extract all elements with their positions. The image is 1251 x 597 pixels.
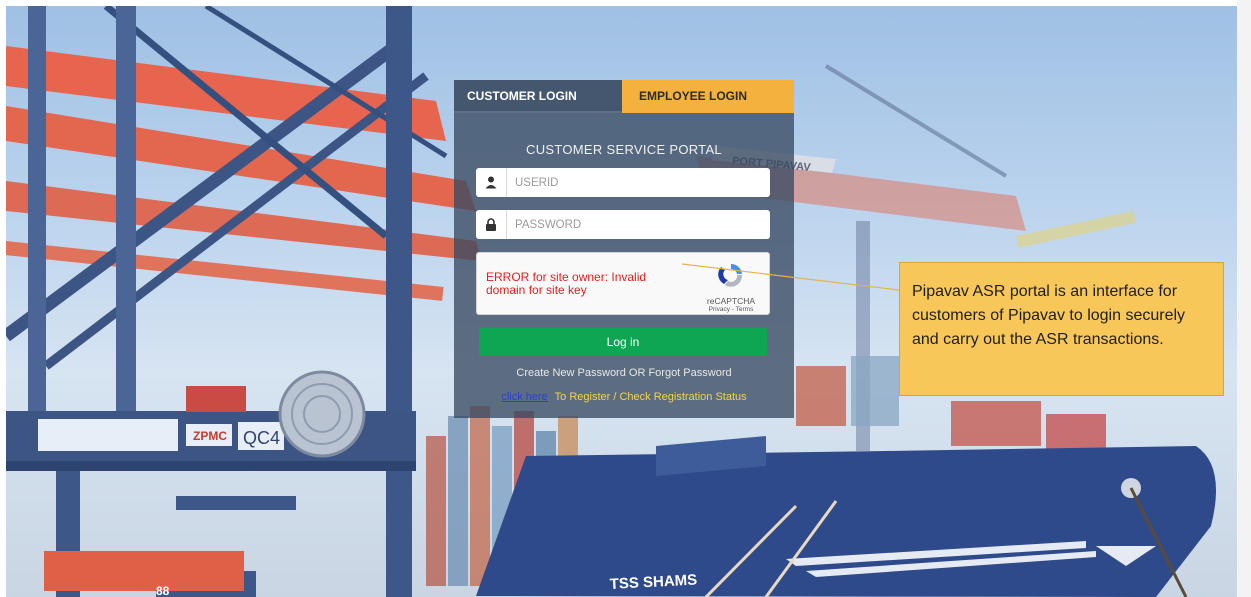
register-row: click here To Register / Check Registrat… <box>454 391 794 403</box>
portal-title: CUSTOMER SERVICE PORTAL <box>526 142 722 157</box>
page-right-edge <box>1237 0 1251 597</box>
userid-input[interactable] <box>507 168 778 197</box>
crane-brand-text: ZPMC <box>193 429 227 443</box>
recaptcha-privacy-terms[interactable]: Privacy - Terms <box>703 306 759 313</box>
tab-customer-login[interactable]: CUSTOMER LOGIN <box>454 80 622 113</box>
recaptcha-widget[interactable]: ERROR for site owner: Invalid domain for… <box>476 252 770 315</box>
login-button[interactable]: Log in <box>479 328 767 356</box>
forgot-password-link[interactable]: Create New Password OR Forgot Password <box>454 367 794 379</box>
login-panel: CUSTOMER LOGIN EMPLOYEE LOGIN CUSTOMER S… <box>454 80 794 418</box>
annotation-callout: Pipavav ASR portal is an interface for c… <box>899 262 1224 396</box>
userid-field <box>476 168 778 197</box>
user-icon <box>476 168 507 197</box>
recaptcha-logo: reCAPTCHA Privacy - Terms <box>703 261 759 313</box>
truck-number-text: 88 <box>156 584 170 597</box>
click-here-link[interactable]: click here <box>501 391 547 403</box>
recaptcha-icon <box>718 263 743 287</box>
crane-label-text: QC4 <box>243 428 280 448</box>
register-text: To Register / Check Registration Status <box>554 391 747 403</box>
password-input[interactable] <box>507 210 778 239</box>
tab-employee-login[interactable]: EMPLOYEE LOGIN <box>622 80 794 113</box>
lock-icon <box>476 210 507 239</box>
password-field <box>476 210 778 239</box>
recaptcha-error-text: ERROR for site owner: Invalid domain for… <box>486 270 647 297</box>
recaptcha-brand: reCAPTCHA <box>706 296 756 306</box>
